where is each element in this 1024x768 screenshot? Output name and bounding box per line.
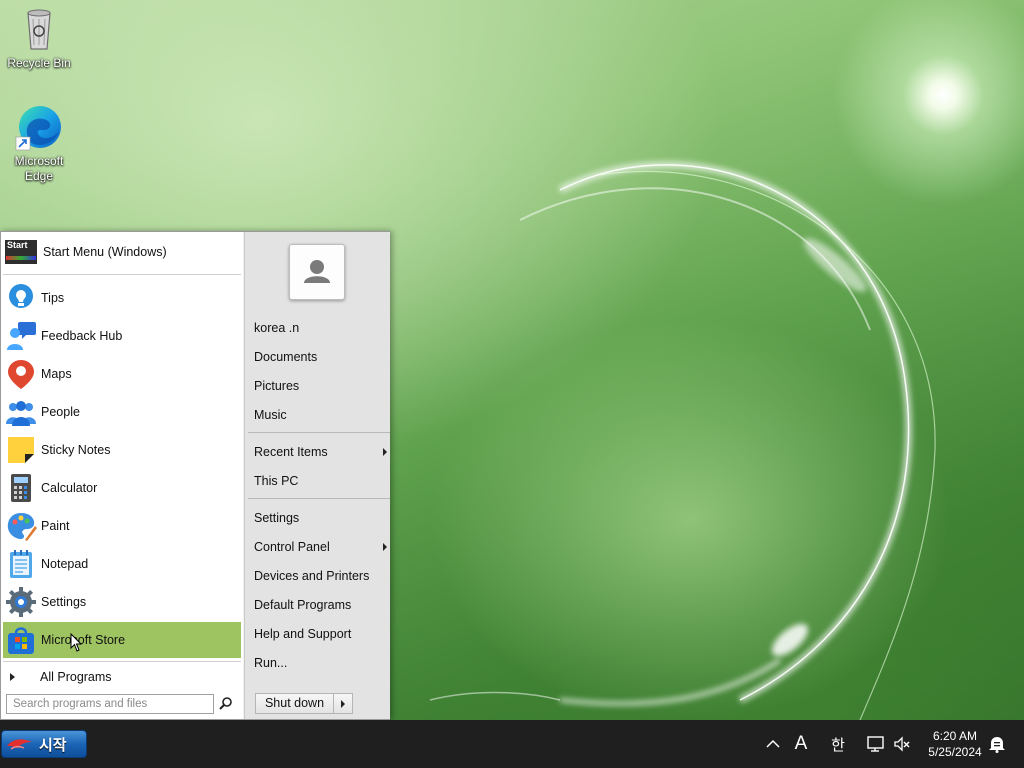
shutdown-options-button[interactable] <box>334 694 352 713</box>
menu-item-default-programs[interactable]: Default Programs <box>254 594 384 616</box>
desktop-icon-label: Microsoft Edge <box>14 154 64 183</box>
divider <box>248 432 390 433</box>
search-icon[interactable] <box>218 696 234 712</box>
menu-item-control-panel[interactable]: Control Panel <box>254 536 387 558</box>
program-label: Notepad <box>41 557 89 571</box>
menu-item-documents[interactable]: Documents <box>254 346 384 368</box>
chevron-right-icon <box>10 673 15 681</box>
notepad-icon <box>5 548 37 580</box>
settings-icon <box>5 586 37 618</box>
store-icon <box>5 624 37 656</box>
program-item-maps[interactable]: Maps <box>3 356 241 392</box>
divider <box>248 498 390 499</box>
start-menu-header-icon-bar <box>6 256 36 260</box>
menu-item-this-pc[interactable]: This PC <box>254 470 384 492</box>
menu-item-recent-items[interactable]: Recent Items <box>254 441 387 463</box>
ime-indicator-label: 한 <box>831 736 845 754</box>
program-item-notepad[interactable]: Notepad <box>3 546 241 582</box>
menu-item-devices-printers[interactable]: Devices and Printers <box>254 565 384 587</box>
paint-icon <box>5 510 37 542</box>
desktop-icon-label: Recycle Bin <box>7 56 71 70</box>
calculator-icon <box>5 472 37 504</box>
program-label: People <box>41 405 80 419</box>
shutdown-split-button: Shut down <box>255 693 353 714</box>
start-menu-header[interactable]: Start Start Menu (Windows) <box>1 232 243 272</box>
menu-item-label: Recent Items <box>254 445 328 459</box>
search-input[interactable] <box>6 694 214 714</box>
start-logo-icon <box>7 739 32 750</box>
all-programs-button[interactable]: All Programs <box>1 665 243 689</box>
taskbar-clock[interactable]: 6:20 AM 5/25/2024 <box>920 728 990 760</box>
divider <box>3 661 241 662</box>
network-icon[interactable] <box>865 720 887 768</box>
divider <box>3 274 241 275</box>
edge-icon <box>15 103 63 151</box>
menu-item-run[interactable]: Run... <box>254 652 384 674</box>
font-indicator-label: A <box>794 733 808 754</box>
font-indicator[interactable]: A <box>789 720 813 768</box>
program-label: Maps <box>41 367 72 381</box>
chevron-right-icon <box>383 543 387 551</box>
start-menu: Start Start Menu (Windows) Tips Feedback… <box>0 231 390 720</box>
program-item-tips[interactable]: Tips <box>3 280 241 316</box>
mouse-cursor-icon <box>70 633 83 652</box>
program-label: Paint <box>41 519 70 533</box>
all-programs-label: All Programs <box>40 670 112 684</box>
program-item-people[interactable]: People <box>3 394 241 430</box>
clock-date: 5/25/2024 <box>928 745 982 759</box>
user-avatar[interactable] <box>289 244 345 300</box>
menu-item-user[interactable]: korea .n <box>254 317 384 339</box>
program-item-settings[interactable]: Settings <box>3 584 241 620</box>
chevron-right-icon <box>341 700 345 708</box>
feedback-hub-icon <box>5 320 37 352</box>
tips-icon <box>5 282 37 314</box>
program-item-calculator[interactable]: Calculator <box>3 470 241 506</box>
user-icon <box>304 260 330 283</box>
start-menu-header-icon: Start <box>5 240 37 264</box>
start-menu-title: Start Menu (Windows) <box>43 245 167 259</box>
program-label: Settings <box>41 595 87 609</box>
show-hidden-icons-button[interactable] <box>762 720 784 768</box>
program-label: Tips <box>41 291 65 305</box>
start-button[interactable]: 시작 <box>1 730 87 758</box>
taskbar: 시작 A 한 6:20 AM 5/25/2024 <box>0 720 1024 768</box>
start-button-label: 시작 <box>39 736 67 754</box>
program-item-feedback-hub[interactable]: Feedback Hub <box>3 318 241 354</box>
program-label: Calculator <box>41 481 98 495</box>
start-menu-places-pane: korea .n Documents Pictures Music Recent… <box>244 232 390 719</box>
chevron-up-icon <box>766 739 780 748</box>
program-item-paint[interactable]: Paint <box>3 508 241 544</box>
maps-icon <box>5 358 37 390</box>
ime-indicator[interactable]: 한 <box>826 720 850 768</box>
desktop-icon-edge[interactable]: Microsoft Edge <box>1 103 77 184</box>
menu-item-music[interactable]: Music <box>254 404 384 426</box>
chevron-right-icon <box>383 448 387 456</box>
menu-item-settings[interactable]: Settings <box>254 507 384 529</box>
shutdown-button[interactable]: Shut down <box>256 694 334 713</box>
program-item-microsoft-store[interactable]: Microsoft Store <box>3 622 241 658</box>
start-menu-programs-pane: Start Start Menu (Windows) Tips Feedback… <box>1 232 243 719</box>
people-icon <box>5 396 37 428</box>
program-label: Sticky Notes <box>41 443 111 457</box>
desktop-icon-recycle-bin[interactable]: Recycle Bin <box>1 5 77 71</box>
sticky-notes-icon <box>5 434 37 466</box>
volume-muted-icon[interactable] <box>891 720 913 768</box>
clock-time: 6:20 AM <box>932 729 978 743</box>
recycle-bin-icon <box>15 5 63 53</box>
notifications-icon[interactable] <box>986 720 1008 768</box>
menu-item-label: Control Panel <box>254 540 330 554</box>
program-label: Feedback Hub <box>41 329 123 343</box>
program-item-sticky-notes[interactable]: Sticky Notes <box>3 432 241 468</box>
menu-item-pictures[interactable]: Pictures <box>254 375 384 397</box>
menu-item-help-support[interactable]: Help and Support <box>254 623 384 645</box>
start-menu-header-icon-text: Start <box>7 240 28 250</box>
